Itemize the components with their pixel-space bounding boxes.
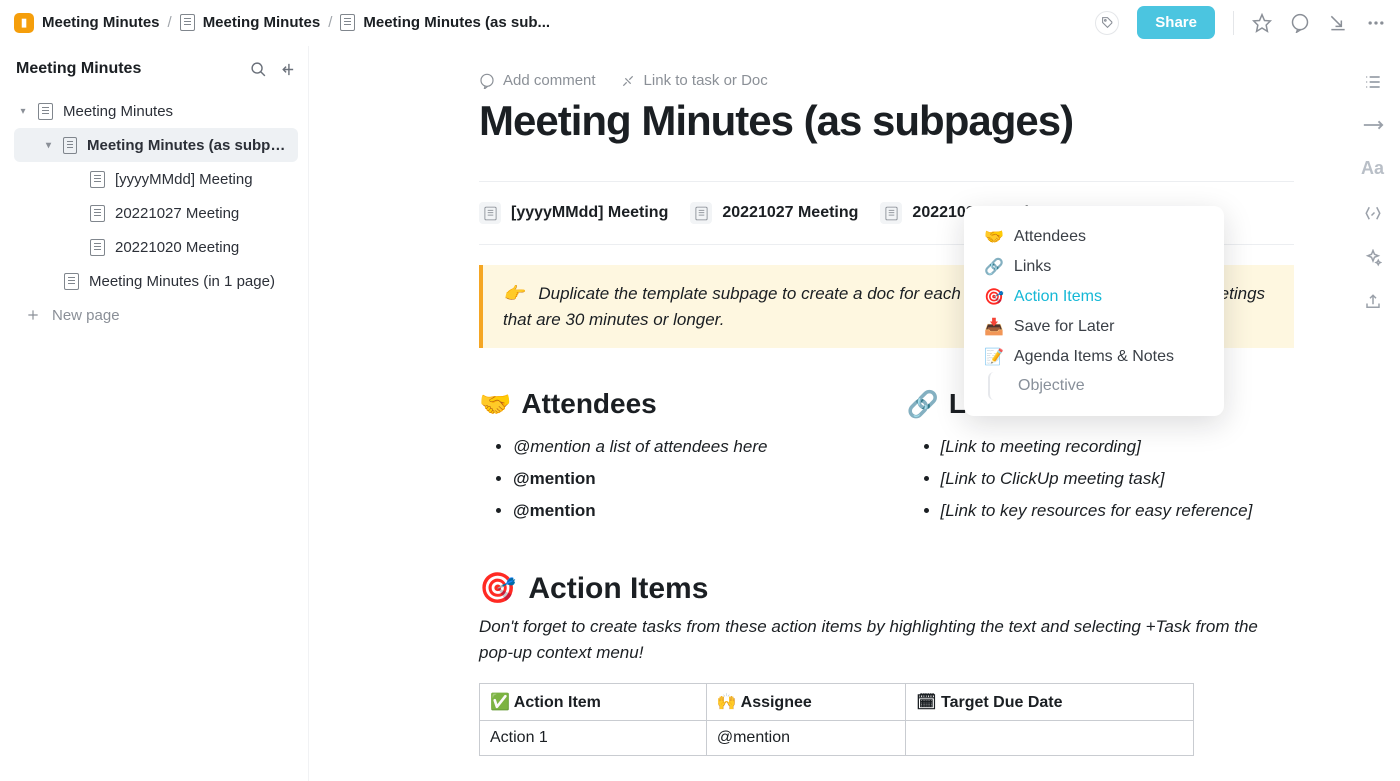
sidebar-item-label: Meeting Minutes: [63, 103, 173, 120]
chevron-down-icon[interactable]: ▾: [18, 106, 28, 117]
sidebar-item[interactable]: 20221020 Meeting: [14, 230, 298, 264]
sidebar-item-label: Meeting Minutes (in 1 page): [89, 273, 275, 290]
doc-icon: [64, 273, 79, 290]
pointing-right-icon: 👉: [503, 284, 524, 303]
list-item[interactable]: [Link to ClickUp meeting task]: [941, 464, 1295, 494]
doc-icon: [90, 171, 105, 188]
doc-icon: [880, 202, 902, 224]
chevron-down-icon[interactable]: ▾: [44, 140, 53, 151]
target-icon: 🎯: [479, 571, 516, 606]
link-icon: 🔗: [907, 389, 939, 420]
subpage-chip[interactable]: 20221027 Meeting: [690, 202, 858, 224]
right-rail: Aa: [1344, 46, 1400, 781]
sidebar-item-label: 20221027 Meeting: [115, 205, 239, 222]
more-icon[interactable]: [1366, 13, 1386, 33]
tag-icon[interactable]: [1095, 11, 1119, 35]
sidebar-item[interactable]: 20221027 Meeting: [14, 196, 298, 230]
sidebar-item[interactable]: ▾ Meeting Minutes: [14, 94, 298, 128]
action-items-subtext[interactable]: Don't forget to create tasks from these …: [479, 614, 1294, 665]
doc-icon: [38, 103, 53, 120]
toc-item[interactable]: 📥Save for Later: [974, 312, 1214, 342]
font-style-icon[interactable]: Aa: [1361, 158, 1384, 179]
breadcrumb-0[interactable]: Meeting Minutes: [42, 14, 160, 31]
action-items-table[interactable]: ✅ Action Item🙌 Assignee🗓 Target Due Date…: [479, 683, 1194, 756]
sidebar-item[interactable]: [yyyyMMdd] Meeting: [14, 162, 298, 196]
table-of-contents-popup: 🤝Attendees🔗Links🎯Action Items📥Save for L…: [964, 206, 1224, 416]
sidebar-item[interactable]: ▾ Meeting Minutes (as subpages): [14, 128, 298, 162]
list-item[interactable]: @mention: [513, 496, 867, 526]
sidebar-item-label: [yyyyMMdd] Meeting: [115, 171, 253, 188]
page-title[interactable]: Meeting Minutes (as subpages): [479, 97, 1294, 145]
share-button[interactable]: Share: [1137, 6, 1215, 39]
handshake-icon: 🤝: [479, 389, 511, 420]
sidebar: Meeting Minutes ▾ Meeting Minutes ▾ Meeting…: [0, 46, 309, 781]
table-header: 🗓 Target Due Date: [906, 684, 1194, 721]
doc-icon: [479, 202, 501, 224]
subpage-chip[interactable]: [yyyyMMdd] Meeting: [479, 202, 668, 224]
doc-icon: [63, 137, 77, 154]
doc-icon: [90, 239, 105, 256]
toc-item[interactable]: 🎯Action Items: [974, 282, 1214, 312]
star-icon[interactable]: [1252, 13, 1272, 33]
doc-icon: [340, 14, 355, 31]
doc-icon: [180, 14, 195, 31]
add-comment-button[interactable]: Add comment: [479, 72, 596, 89]
toc-icon[interactable]: [1363, 72, 1383, 92]
sidebar-item[interactable]: Meeting Minutes (in 1 page): [14, 264, 298, 298]
table-header: 🙌 Assignee: [706, 684, 905, 721]
download-icon[interactable]: [1328, 13, 1348, 33]
attendees-heading[interactable]: Attendees: [521, 388, 656, 420]
sidebar-item-label: Meeting Minutes (as subpages): [87, 137, 290, 154]
toc-item[interactable]: 🔗Links: [974, 252, 1214, 282]
new-page-button[interactable]: New page: [14, 298, 298, 332]
comment-icon[interactable]: [1290, 13, 1310, 33]
list-item[interactable]: @mention a list of attendees here: [513, 432, 867, 462]
breadcrumb-1[interactable]: Meeting Minutes: [203, 14, 321, 31]
space-icon[interactable]: ▮: [14, 13, 34, 33]
table-row[interactable]: Action 1@mention: [480, 721, 1194, 756]
toc-sub-item[interactable]: Objective: [988, 372, 1214, 400]
action-items-heading[interactable]: Action Items: [528, 572, 708, 606]
topbar: ▮ Meeting Minutes / Meeting Minutes / Me…: [0, 0, 1400, 46]
collapse-content-icon[interactable]: [1362, 118, 1384, 132]
sidebar-title: Meeting Minutes: [16, 60, 141, 78]
search-icon[interactable]: [250, 61, 267, 78]
document-main: Add comment Link to task or Doc Meeting …: [309, 46, 1344, 781]
sidebar-item-label: 20221020 Meeting: [115, 239, 239, 256]
toc-item[interactable]: 📝Agenda Items & Notes: [974, 342, 1214, 372]
breadcrumb-2[interactable]: Meeting Minutes (as sub...: [363, 14, 550, 31]
list-item[interactable]: [Link to meeting recording]: [941, 432, 1295, 462]
toc-item[interactable]: 🤝Attendees: [974, 222, 1214, 252]
link-task-button[interactable]: Link to task or Doc: [620, 72, 768, 89]
export-icon[interactable]: [1364, 293, 1382, 311]
new-page-label: New page: [52, 307, 120, 324]
ai-icon[interactable]: [1364, 249, 1382, 267]
doc-icon: [690, 202, 712, 224]
table-header: ✅ Action Item: [480, 684, 707, 721]
focus-mode-icon[interactable]: [1364, 205, 1382, 223]
collapse-sidebar-icon[interactable]: [279, 61, 296, 78]
list-item[interactable]: @mention: [513, 464, 867, 494]
doc-icon: [90, 205, 105, 222]
list-item[interactable]: [Link to key resources for easy referenc…: [941, 496, 1295, 526]
